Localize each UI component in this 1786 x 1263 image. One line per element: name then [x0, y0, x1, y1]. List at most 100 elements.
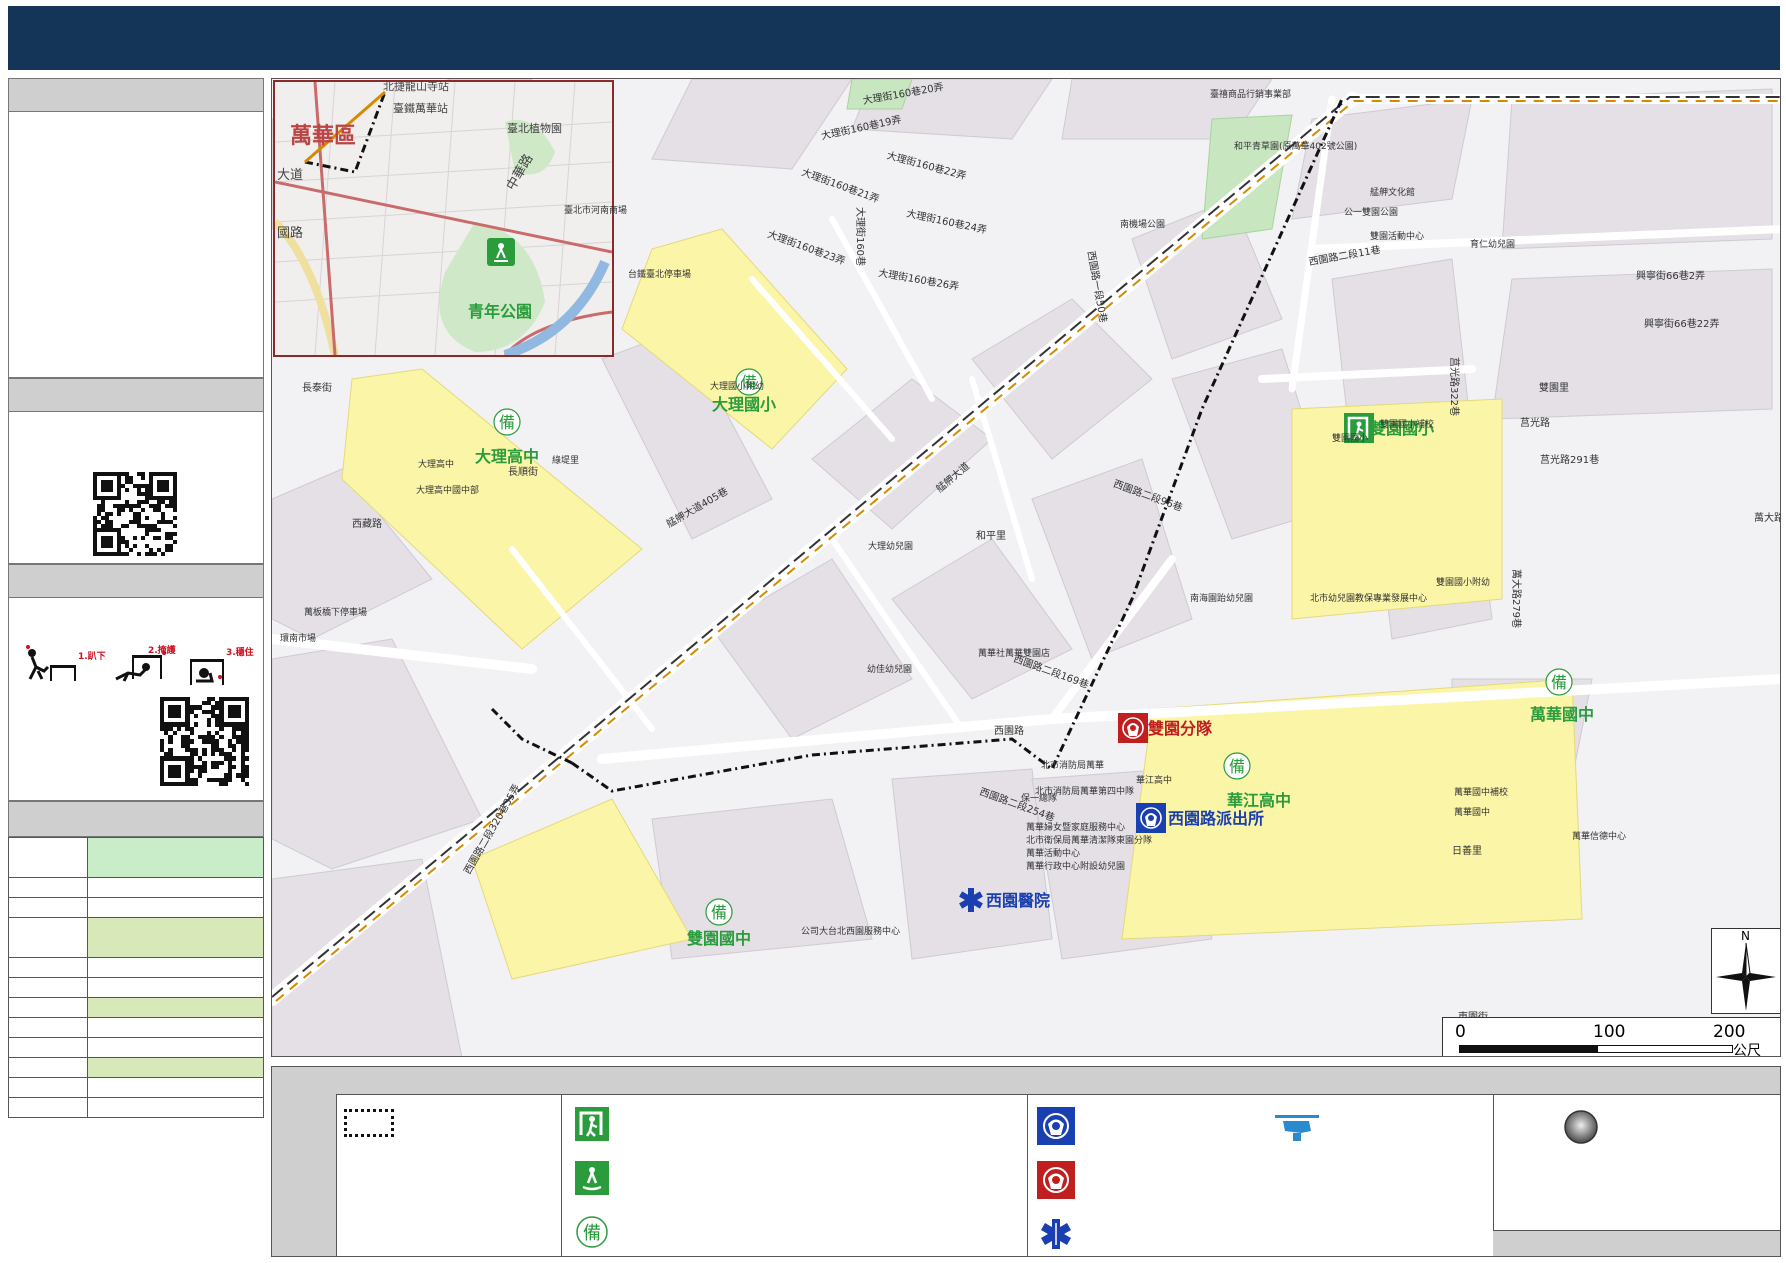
- inset-map[interactable]: 萬華區 臺鐵萬華站 臺北植物園 中華路 大道 國路 北捷龍山寺站 青年公園: [273, 80, 614, 357]
- street-label: 莒光路322巷: [1448, 356, 1460, 417]
- info-table: [8, 837, 264, 1118]
- table-row-label: [8, 1077, 88, 1098]
- poi-label: 大理高中: [418, 460, 455, 470]
- table-row: [8, 957, 264, 978]
- poi-label: 大理高中國中部: [416, 486, 480, 496]
- table-row-label: [8, 1097, 88, 1118]
- reserve-icon[interactable]: 備: [492, 407, 522, 437]
- poi-label: 雙園國小附幼: [1436, 578, 1491, 588]
- xiyuan-police-label: 西園路派出所: [1168, 809, 1265, 828]
- poi-label: 南海園跆幼兒園: [1190, 594, 1254, 604]
- table-row-value: [87, 1017, 264, 1038]
- page-header: [8, 6, 1780, 70]
- scale-tick-200: 200: [1713, 1022, 1746, 1042]
- table-row-value: [87, 997, 264, 1018]
- poi-label: 公司大台北西園服務中心: [801, 927, 901, 937]
- table-row-label: [8, 837, 88, 878]
- inset-station-label: 臺鐵萬華站: [393, 102, 448, 115]
- poi-label: 萬華國中: [1454, 808, 1491, 818]
- poi-label: 臺北市河南商場: [564, 206, 628, 216]
- table-row-value: [87, 1037, 264, 1058]
- reserve-icon[interactable]: 備: [704, 897, 734, 927]
- table-row: [8, 877, 264, 898]
- street-label: 西園路: [994, 726, 1024, 737]
- street-label: 莒光路: [1520, 418, 1550, 429]
- evacuation-exit-icon: [575, 1107, 609, 1141]
- drill-step-1-label: 1.趴下: [78, 651, 106, 662]
- poi-label: 萬華社萬華雙園店: [978, 649, 1051, 659]
- scale-unit: 公尺: [1733, 1043, 1761, 1057]
- reserve-icon[interactable]: 備: [1544, 667, 1574, 697]
- street-label: 興寧街66巷2弄: [1636, 271, 1706, 282]
- poi-label: 雙園國小: [1332, 434, 1369, 444]
- poi-label: 艋舺文化館: [1370, 188, 1416, 198]
- poi-label: 綠堤里: [552, 456, 580, 466]
- table-row: [8, 977, 264, 998]
- legend-column-other: [1493, 1067, 1780, 1256]
- shuangyuan-jr-label: 雙園國中: [687, 929, 752, 948]
- qr-code-icon[interactable]: [93, 472, 177, 556]
- table-row: [8, 1037, 264, 1058]
- poi-label: 萬華國中補校: [1454, 788, 1509, 798]
- legend-column-services: [1027, 1067, 1494, 1256]
- street-label: 萬大路: [1754, 513, 1781, 524]
- poi-label: 大理幼兒園: [868, 542, 914, 552]
- reserve-icon[interactable]: 備: [1222, 751, 1252, 781]
- poi-label: 萬華活動中心: [1026, 849, 1081, 859]
- table-row-value: [87, 957, 264, 978]
- police-icon[interactable]: [1136, 803, 1166, 833]
- table-row: [8, 997, 264, 1018]
- poi-label: 公一雙園公園: [1344, 208, 1399, 218]
- dali-elem-label: 大理國小: [712, 395, 777, 414]
- drop-icon: [26, 645, 76, 681]
- legend-column-header: [1493, 1067, 1780, 1095]
- map-area[interactable]: 萬華區 臺鐵萬華站 臺北植物園 中華路 大道 國路 北捷龍山寺站 青年公園 備大…: [271, 78, 1781, 1057]
- table-row-label: [8, 1057, 88, 1078]
- table-row: [8, 1077, 264, 1098]
- table-row-label: [8, 897, 88, 918]
- section-header-table: [8, 801, 264, 837]
- compass: N: [1711, 928, 1780, 1014]
- hospital-icon[interactable]: [956, 885, 986, 915]
- inset-garden-label: 臺北植物園: [507, 122, 562, 135]
- legend-column-header: [336, 1067, 561, 1095]
- table-row-label: [8, 877, 88, 898]
- poi-label: 萬華行政中心附設幼兒園: [1026, 862, 1126, 872]
- poi-label: 萬華婦女暨家庭服務中心: [1026, 823, 1126, 833]
- compass-north-label: N: [1741, 929, 1750, 943]
- table-row-value: [87, 837, 264, 878]
- street-label: 萬大路279巷: [1510, 568, 1522, 629]
- table-row: [8, 837, 264, 878]
- street-label: 日善里: [1452, 846, 1482, 857]
- street-label: 長順街: [508, 467, 538, 478]
- table-row: [8, 1057, 264, 1078]
- poi-label: 雙園國小補校: [1380, 420, 1435, 430]
- table-row: [8, 917, 264, 958]
- qr-code-icon[interactable]: [160, 697, 249, 786]
- legend-title-column: [272, 1067, 337, 1256]
- fire-station-icon[interactable]: [1118, 713, 1148, 743]
- table-row-value: [87, 1097, 264, 1118]
- fire-station-icon: [1037, 1161, 1075, 1199]
- location-marker-icon: [1564, 1110, 1598, 1144]
- poi-label: 臺禧商品行銷事業部: [1210, 90, 1292, 100]
- section-header-overview: [8, 78, 264, 112]
- table-row: [8, 897, 264, 918]
- scale-segment-2: [1597, 1045, 1733, 1053]
- scale-bar: 0 100 200 公尺: [1442, 1017, 1780, 1057]
- table-row-label: [8, 1037, 88, 1058]
- legend-column-shelters: 備: [561, 1067, 1028, 1256]
- poi-label: 南機場公園: [1120, 220, 1166, 230]
- svg-text:備: 備: [1551, 673, 1567, 692]
- street-label: 莒光路291巷: [1540, 455, 1600, 466]
- poi-label: 雙園活動中心: [1370, 232, 1425, 242]
- section-header-drill: [8, 564, 264, 598]
- hospital-icon: [1041, 1219, 1071, 1249]
- reserve-icon: 備: [576, 1216, 608, 1248]
- xiyuan-hospital-label: 西園醫院: [986, 891, 1051, 910]
- svg-text:備: 備: [499, 413, 515, 432]
- svg-text:備: 備: [711, 903, 727, 922]
- svg-text:備: 備: [1229, 757, 1245, 776]
- inset-top-road-label: 北捷龍山寺站: [383, 80, 449, 93]
- poi-label: 北市幼兒園教保專業發展中心: [1310, 594, 1428, 604]
